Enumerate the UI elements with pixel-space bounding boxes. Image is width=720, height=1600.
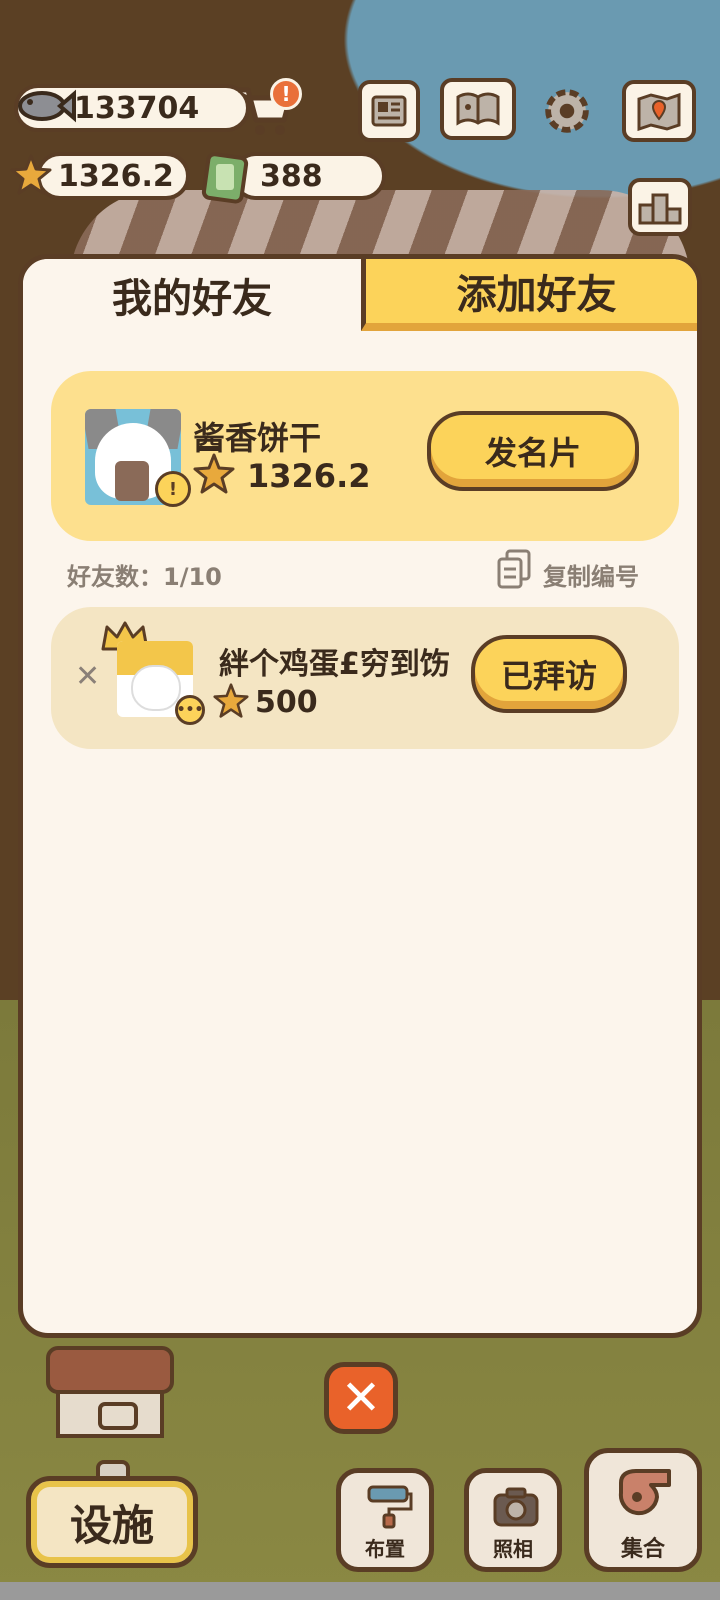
send-card-button[interactable]: 发名片 [427, 411, 639, 491]
ranking-button[interactable] [628, 178, 692, 236]
ticket-count: 388 [260, 158, 323, 194]
shop-building-icon [46, 1346, 174, 1438]
copy-id-label: 复制编号 [543, 563, 639, 591]
tab-add-friend[interactable]: 添加好友 [361, 259, 697, 331]
photo-button[interactable]: 照相 [464, 1468, 562, 1572]
newspaper-icon [371, 95, 407, 127]
star-score: 1326.2 [58, 158, 174, 194]
news-button[interactable] [358, 80, 420, 142]
camera-icon [493, 1487, 539, 1527]
whistle-icon [618, 1469, 671, 1516]
ticket-pill: 388 [232, 152, 386, 200]
layout-label: 布置 [365, 1537, 405, 1561]
remove-friend-icon[interactable]: ✕ [75, 659, 100, 694]
ticket-icon [201, 152, 249, 204]
shop-alert-badge: ! [270, 78, 302, 110]
copy-icon [497, 549, 531, 589]
settings-gear-icon [545, 89, 589, 133]
map-icon [637, 92, 681, 131]
friend-count: 好友数：1/10 [67, 563, 222, 591]
star-icon [193, 453, 235, 494]
star-icon [213, 683, 249, 718]
facility-button[interactable]: 设施 [26, 1476, 198, 1568]
friends-panel: 我的好友 添加好友 ! 酱香饼干 1326.2 发名片 好友数：1/10 复制编… [18, 254, 702, 1338]
map-button[interactable] [622, 80, 696, 142]
paint-roller-icon [367, 1485, 413, 1529]
album-button[interactable] [440, 78, 516, 140]
system-nav-bar [0, 1582, 720, 1600]
close-button[interactable]: ✕ [324, 1362, 398, 1434]
visited-button[interactable]: 已拜访 [471, 635, 627, 713]
my-score: 1326.2 [247, 457, 371, 495]
assemble-label: 集合 [620, 1537, 665, 1562]
avatar-edit-badge[interactable]: ! [155, 471, 191, 507]
my-profile-card: ! 酱香饼干 1326.2 发名片 [51, 371, 679, 541]
friend-name: 絆个鸡蛋£穷到饬 [219, 647, 450, 682]
star-icon [10, 154, 52, 195]
copy-id-button[interactable]: 复制编号 [497, 549, 667, 593]
fish-count: 133704 [74, 90, 200, 126]
settings-button[interactable] [536, 80, 598, 142]
friend-list-item: ✕ ••• 絆个鸡蛋£穷到饬 500 已拜访 [51, 607, 679, 749]
friend-score: 500 [255, 685, 318, 720]
more-dots-icon[interactable]: ••• [175, 695, 205, 725]
assemble-button[interactable]: 集合 [584, 1448, 702, 1572]
layout-button[interactable]: 布置 [336, 1468, 434, 1572]
tab-my-friends[interactable]: 我的好友 [23, 259, 361, 331]
photo-label: 照相 [493, 1537, 533, 1561]
book-icon [456, 92, 500, 126]
fish-icon [18, 89, 76, 123]
ranking-podium-icon [638, 193, 682, 225]
star-score-pill: 1326.2 [36, 152, 190, 200]
